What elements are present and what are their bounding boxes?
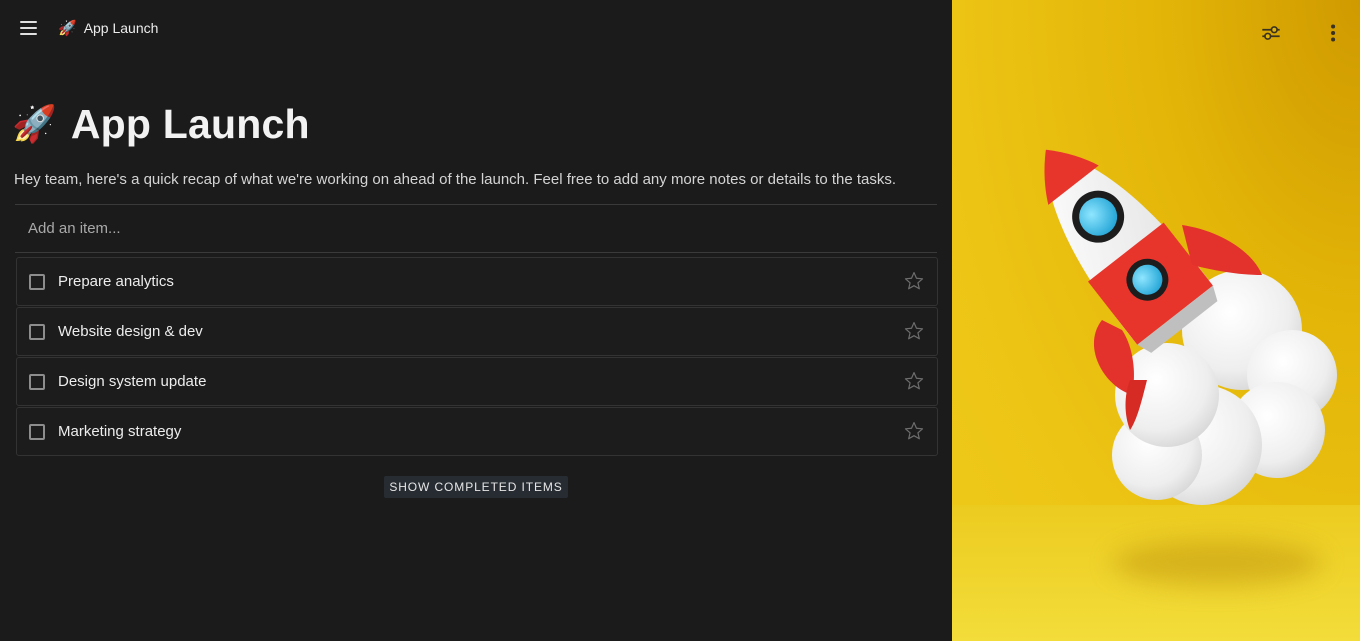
task-list: Prepare analytics Website design & dev D… <box>16 257 938 457</box>
sliders-icon[interactable] <box>1258 20 1284 46</box>
page-title-text: App Launch <box>70 100 310 147</box>
checkbox-icon[interactable] <box>29 274 45 290</box>
star-icon[interactable] <box>903 370 925 392</box>
cover-image <box>952 0 1360 641</box>
show-completed-button[interactable]: SHOW COMPLETED ITEMS <box>384 476 568 498</box>
rocket-icon: 🚀 <box>58 20 77 37</box>
task-item[interactable]: Design system update <box>16 357 938 406</box>
checkbox-icon[interactable] <box>29 424 45 440</box>
add-item-field[interactable] <box>15 204 937 253</box>
rocket-icon: 🚀 <box>12 103 57 144</box>
page-description[interactable]: Hey team, here's a quick recap of what w… <box>14 171 896 188</box>
star-icon[interactable] <box>903 420 925 442</box>
top-bar: 🚀 App Launch <box>0 0 952 56</box>
checkbox-icon[interactable] <box>29 324 45 340</box>
menu-icon[interactable] <box>16 16 42 40</box>
breadcrumb-label: App Launch <box>83 20 159 36</box>
task-item[interactable]: Marketing strategy <box>16 407 938 456</box>
task-item[interactable]: Prepare analytics <box>16 257 938 306</box>
task-label: Prepare analytics <box>58 273 174 290</box>
task-label: Website design & dev <box>58 323 203 340</box>
task-label: Marketing strategy <box>58 423 182 440</box>
task-item[interactable]: Website design & dev <box>16 307 938 356</box>
add-item-input[interactable] <box>15 205 937 252</box>
star-icon[interactable] <box>903 320 925 342</box>
star-icon[interactable] <box>903 270 925 292</box>
task-label: Design system update <box>58 373 207 390</box>
rocket-illustration <box>1044 149 1337 505</box>
breadcrumb[interactable]: 🚀 App Launch <box>58 17 158 39</box>
more-vertical-icon[interactable] <box>1319 20 1345 46</box>
checkbox-icon[interactable] <box>29 374 45 390</box>
page-title: 🚀 App Launch <box>12 96 310 152</box>
list-pane: 🚀 App Launch 🚀 App Launch Hey team, here… <box>0 0 952 641</box>
